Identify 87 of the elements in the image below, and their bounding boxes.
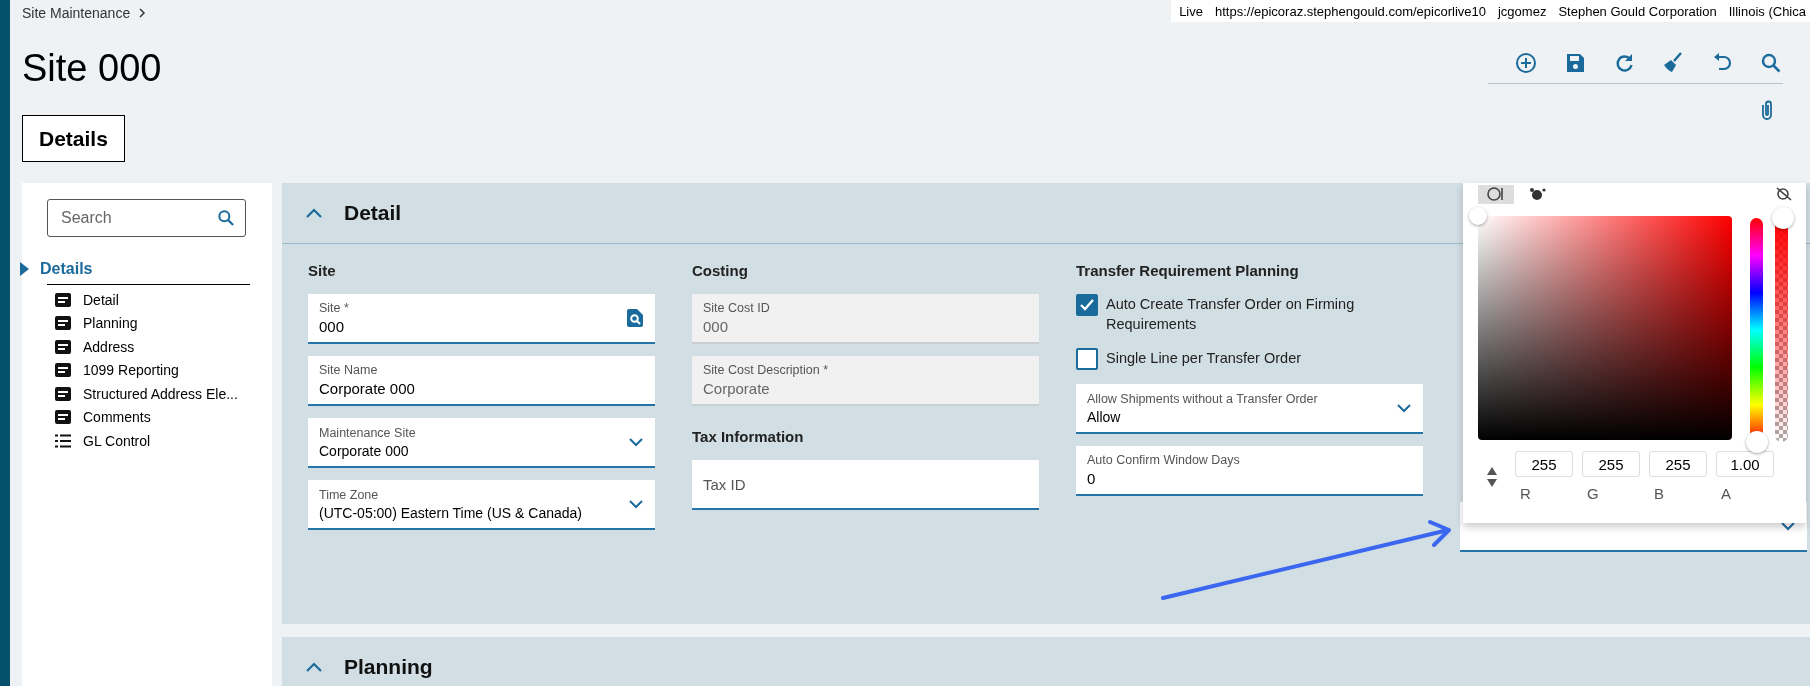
session-info: Live bbox=[1179, 3, 1203, 19]
form-icon bbox=[55, 292, 71, 307]
field-label: Maintenance Site bbox=[319, 425, 417, 440]
nav-item[interactable]: 1099 Reporting bbox=[83, 362, 179, 379]
checkbox[interactable] bbox=[1076, 348, 1098, 370]
search-icon[interactable] bbox=[1759, 51, 1783, 75]
channel-input[interactable]: 1.00 bbox=[1716, 451, 1774, 477]
channel-input[interactable]: 255 bbox=[1649, 451, 1707, 477]
field-placeholder: Tax ID bbox=[703, 475, 747, 493]
chevron-up-icon[interactable] bbox=[306, 662, 322, 672]
nav-item[interactable]: Structured Address Ele... bbox=[83, 385, 238, 402]
list-icon bbox=[55, 433, 71, 448]
dropdown-field[interactable]: Maintenance Site Corporate 000 bbox=[308, 418, 655, 468]
palette-icon bbox=[1487, 187, 1505, 201]
dropdown-field[interactable]: Allow Shipments without a Transfer Order Allow bbox=[1076, 384, 1423, 434]
chevron-down-icon bbox=[1781, 521, 1795, 531]
triangle-right-icon bbox=[20, 262, 29, 276]
search-field[interactable]: Search bbox=[47, 199, 246, 237]
breadcrumb-link[interactable]: Site Maintenance bbox=[22, 5, 131, 21]
eyedropper-off-icon[interactable] bbox=[1776, 187, 1792, 201]
field-label: Site Cost ID bbox=[703, 301, 771, 315]
broom-icon[interactable] bbox=[1661, 51, 1685, 75]
text-field[interactable]: Tax ID bbox=[692, 460, 1039, 510]
section-title: Detail bbox=[344, 201, 402, 225]
session-info: jcgomez bbox=[1498, 3, 1547, 19]
lookup-field[interactable]: Site * 000 bbox=[308, 294, 655, 344]
channel-input[interactable]: 255 bbox=[1515, 451, 1573, 477]
nav-group-heading[interactable]: Details bbox=[40, 260, 93, 278]
slider-thumb[interactable] bbox=[1746, 431, 1768, 453]
add-icon[interactable] bbox=[1514, 51, 1538, 75]
field-value: Corporate 000 bbox=[319, 442, 410, 459]
group-heading: Costing bbox=[692, 262, 749, 280]
nav-item[interactable]: Comments bbox=[83, 409, 151, 426]
chevron-down-icon bbox=[629, 437, 643, 447]
field-label: Site Cost Description * bbox=[703, 363, 830, 377]
lookup-icon[interactable] bbox=[627, 309, 643, 327]
field-value: Corporate bbox=[703, 380, 771, 397]
nav-item[interactable]: GL Control bbox=[83, 432, 151, 449]
slider-thumb[interactable] bbox=[1771, 207, 1794, 229]
field-value: Allow bbox=[1087, 408, 1122, 425]
text-field[interactable]: Site Name Corporate 000 bbox=[308, 356, 655, 406]
session-info: Illinois (Chica bbox=[1728, 3, 1806, 19]
chevron-down-icon bbox=[629, 499, 643, 509]
form-icon bbox=[55, 410, 71, 425]
page-title: Site 000 bbox=[22, 46, 163, 90]
search-icon bbox=[216, 208, 236, 228]
nav-item[interactable]: Detail bbox=[83, 291, 119, 308]
nav-item[interactable]: Address bbox=[83, 338, 135, 355]
picker-mode-tab[interactable] bbox=[1478, 184, 1514, 204]
details-tab[interactable]: Details bbox=[22, 115, 125, 162]
channel-label: G bbox=[1586, 485, 1600, 502]
field-label: Allow Shipments without a Transfer Order bbox=[1087, 391, 1319, 406]
nav-item[interactable]: Planning bbox=[83, 315, 138, 332]
field-value: 000 bbox=[703, 318, 730, 335]
channel-label: R bbox=[1519, 485, 1532, 502]
field-label: Auto Confirm Window Days bbox=[1087, 453, 1241, 467]
group-heading: Transfer Requirement Planning bbox=[1076, 262, 1300, 280]
text-field[interactable]: Auto Confirm Window Days 0 bbox=[1076, 446, 1423, 496]
group-heading: Tax Information bbox=[692, 428, 805, 446]
channel-label: B bbox=[1653, 485, 1665, 502]
session-info: https://epicoraz.stephengould.com/epicorlive10 bbox=[1215, 3, 1486, 19]
form-icon bbox=[55, 363, 71, 378]
section-title: Planning bbox=[344, 655, 433, 679]
dropdown-field[interactable]: Time Zone (UTC-05:00) Eastern Time (US & Canada) bbox=[308, 480, 655, 530]
paint-splash-icon bbox=[1529, 187, 1547, 201]
chevron-down-icon bbox=[1397, 403, 1411, 413]
session-info: Stephen Gould Corporation bbox=[1558, 3, 1717, 19]
up-down-icon[interactable] bbox=[1486, 465, 1498, 488]
field-label: Time Zone bbox=[319, 487, 380, 502]
chevron-up-icon[interactable] bbox=[306, 208, 322, 218]
form-icon bbox=[55, 316, 71, 331]
form-icon bbox=[55, 386, 71, 401]
field-label: Site * bbox=[319, 301, 350, 315]
group-heading: Site bbox=[308, 262, 337, 280]
field-value: 000 bbox=[319, 318, 346, 335]
field-value: 0 bbox=[1087, 470, 1097, 487]
checkbox-label[interactable]: Single Line per Transfer Order bbox=[1106, 348, 1302, 368]
field-value: (UTC-05:00) Eastern Time (US & Canada) bbox=[319, 504, 583, 521]
field-label: Site Name bbox=[319, 363, 379, 377]
channel-input[interactable]: 255 bbox=[1582, 451, 1640, 477]
field-value: Corporate 000 bbox=[319, 380, 416, 397]
form-icon bbox=[55, 339, 71, 354]
chevron-right-icon bbox=[138, 8, 147, 18]
gradient-thumb[interactable] bbox=[1469, 207, 1487, 225]
channel-label: A bbox=[1720, 485, 1732, 502]
checkbox[interactable] bbox=[1076, 294, 1098, 316]
checkbox-label[interactable]: Auto Create Transfer Order on Firming Requirements bbox=[1106, 294, 1423, 334]
